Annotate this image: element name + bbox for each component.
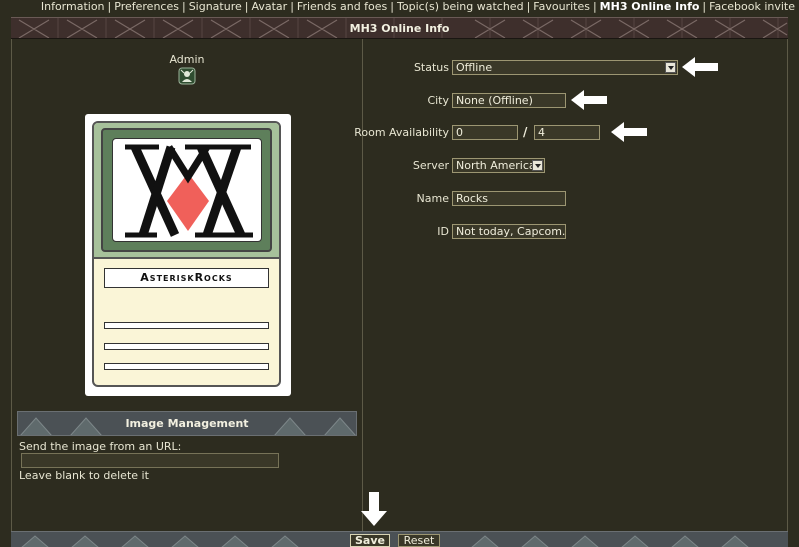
id-row: ID bbox=[363, 224, 449, 239]
status-select[interactable]: Offline bbox=[452, 60, 678, 75]
arrow-left-icon bbox=[682, 57, 718, 77]
url-label: Send the image from an URL: bbox=[19, 440, 182, 453]
profile-nav: Information | Preferences | Signature | Avatar… bbox=[0, 0, 799, 14]
nav-preferences[interactable]: Preferences bbox=[114, 0, 179, 13]
nav-topics-watched[interactable]: Topic(s) being watched bbox=[397, 0, 524, 13]
room-label: Room Availability bbox=[354, 126, 449, 139]
nav-avatar[interactable]: Avatar bbox=[251, 0, 287, 13]
status-row: Status bbox=[363, 60, 449, 75]
role-label: Admin bbox=[169, 53, 205, 66]
server-row: Server bbox=[363, 158, 449, 173]
hunter-logo-icon bbox=[125, 144, 253, 238]
right-panel: Status Offline City None (Offline) Room … bbox=[354, 39, 788, 531]
chevron-down-icon[interactable] bbox=[532, 160, 543, 171]
profile-card: AsteriskRocks bbox=[85, 114, 291, 396]
card-top bbox=[94, 123, 279, 259]
reset-button[interactable]: Reset bbox=[398, 534, 440, 547]
card-frame: AsteriskRocks bbox=[92, 121, 281, 387]
chevron-down-icon[interactable] bbox=[665, 62, 676, 73]
nav-separator: | bbox=[181, 0, 186, 13]
nav-separator: | bbox=[592, 0, 597, 13]
arrow-down-icon bbox=[361, 492, 387, 526]
nav-favourites[interactable]: Favourites bbox=[533, 0, 590, 13]
room-to-value: 4 bbox=[538, 126, 545, 139]
admin-badge-icon bbox=[178, 67, 196, 85]
url-hint: Leave blank to delete it bbox=[19, 469, 149, 482]
nav-separator: | bbox=[390, 0, 394, 13]
city-label: City bbox=[427, 94, 449, 107]
room-to-input[interactable]: 4 bbox=[534, 125, 600, 140]
name-input[interactable]: Rocks bbox=[452, 191, 566, 206]
save-button[interactable]: Save bbox=[350, 534, 390, 547]
image-management-bar: Image Management bbox=[17, 411, 357, 436]
page-title: MH3 Online Info bbox=[349, 22, 450, 35]
card-line bbox=[104, 322, 269, 329]
server-value: North America bbox=[456, 159, 536, 172]
nav-separator: | bbox=[526, 0, 531, 13]
name-row: Name bbox=[363, 191, 449, 206]
image-url-input[interactable] bbox=[21, 453, 279, 468]
nav-information[interactable]: Information bbox=[41, 0, 105, 13]
id-label: ID bbox=[437, 225, 449, 238]
name-value: Rocks bbox=[456, 192, 489, 205]
name-label: Name bbox=[416, 192, 449, 205]
status-label: Status bbox=[413, 61, 449, 74]
nav-separator: | bbox=[702, 0, 707, 13]
room-row: Room Availability bbox=[354, 125, 449, 140]
city-value: None (Offline) bbox=[456, 94, 533, 107]
room-from-value: 0 bbox=[456, 126, 463, 139]
header-band: MH3 Online Info bbox=[11, 17, 788, 39]
city-row: City bbox=[363, 93, 449, 108]
card-logo-box bbox=[112, 138, 262, 242]
arrow-left-icon bbox=[611, 122, 647, 142]
nav-signature[interactable]: Signature bbox=[189, 0, 242, 13]
nav-facebook-invite[interactable]: Facebook invite bbox=[709, 0, 795, 13]
arrow-left-icon bbox=[571, 90, 607, 110]
server-select[interactable]: North America bbox=[452, 158, 545, 173]
status-value: Offline bbox=[456, 61, 493, 74]
id-input[interactable]: Not today, Capcom. bbox=[452, 224, 566, 239]
id-value: Not today, Capcom. bbox=[456, 225, 566, 238]
city-field[interactable]: None (Offline) bbox=[452, 93, 566, 108]
left-panel: Admin AsteriskRocks Image Management Sen… bbox=[11, 39, 363, 531]
room-separator: / bbox=[523, 125, 528, 139]
server-label: Server bbox=[412, 159, 449, 172]
nav-friends-and-foes[interactable]: Friends and foes bbox=[297, 0, 387, 13]
card-screen bbox=[101, 128, 272, 252]
nav-mh3-online-info[interactable]: MH3 Online Info bbox=[600, 0, 700, 13]
image-management-title: Image Management bbox=[125, 417, 249, 430]
nav-separator: | bbox=[107, 0, 112, 13]
card-line bbox=[104, 363, 269, 370]
card-line bbox=[104, 343, 269, 350]
card-player-name: AsteriskRocks bbox=[104, 268, 269, 288]
room-from-input[interactable]: 0 bbox=[452, 125, 518, 140]
nav-separator: | bbox=[290, 0, 294, 13]
